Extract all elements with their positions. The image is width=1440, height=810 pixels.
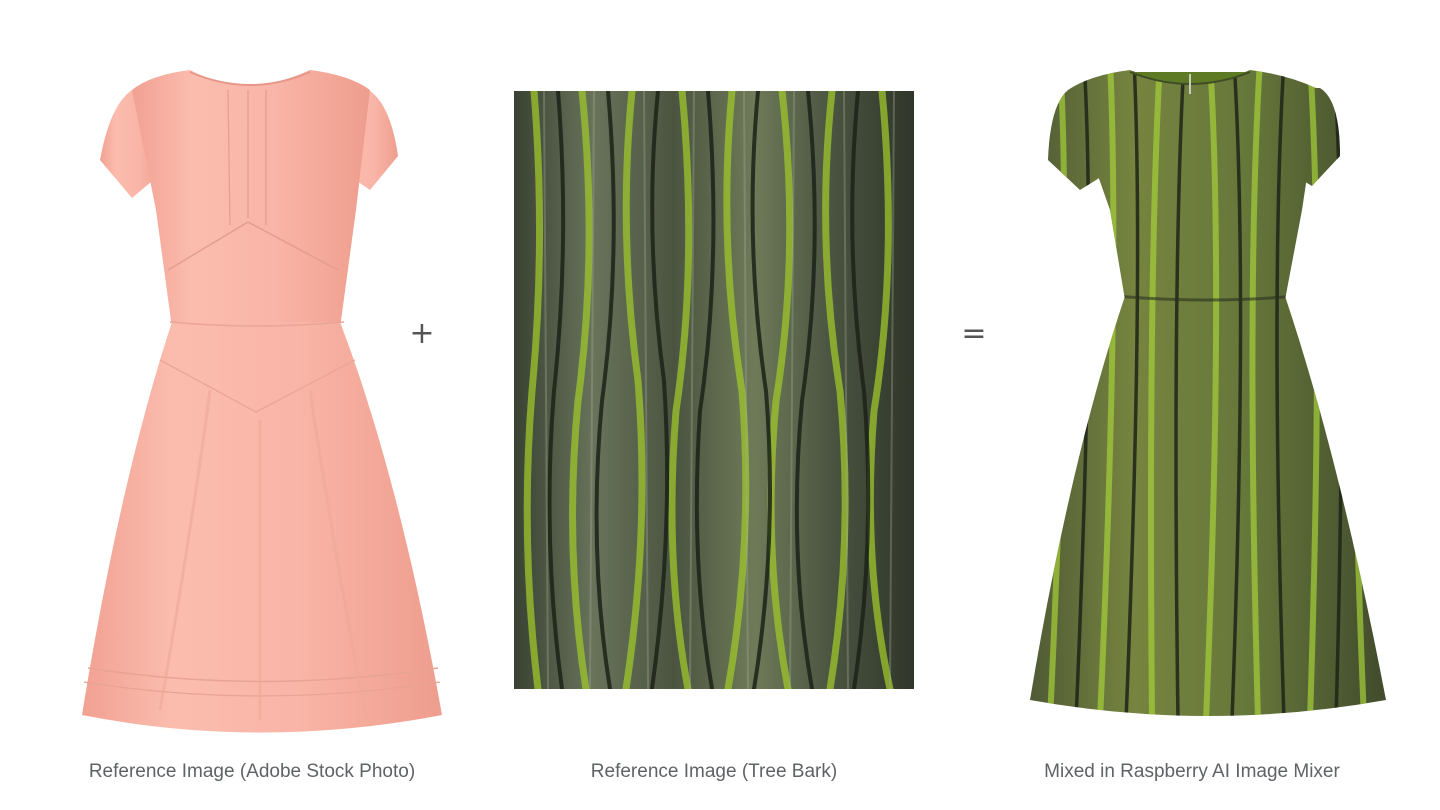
bark-textured-dress-image <box>1030 70 1386 716</box>
pink-dress-caption: Reference Image (Adobe Stock Photo) <box>88 761 416 782</box>
tree-bark-panel <box>514 91 914 689</box>
tree-bark-image <box>514 91 914 689</box>
plus-operator: + <box>409 316 435 351</box>
equals-operator: = <box>961 316 987 351</box>
pink-dress-panel <box>70 60 460 740</box>
mixed-dress-caption: Mixed in Raspberry AI Image Mixer <box>1044 761 1340 782</box>
pink-dress-image <box>82 70 442 733</box>
tree-bark-caption: Reference Image (Tree Bark) <box>590 761 838 782</box>
mixed-dress-panel <box>1020 60 1400 730</box>
